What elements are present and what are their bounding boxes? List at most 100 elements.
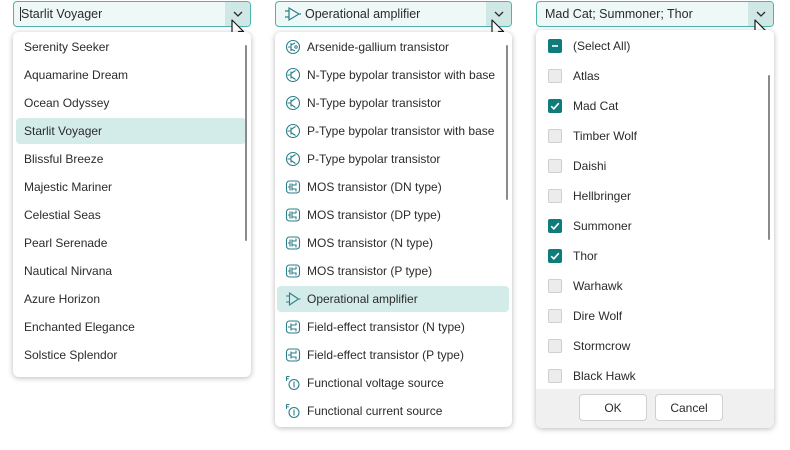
list-item-label: Arsenide-gallium transistor bbox=[307, 40, 450, 54]
list-item-label: Azure Horizon bbox=[24, 292, 101, 306]
list-item[interactable]: MOS transistor (DN type) bbox=[277, 174, 509, 200]
combo-value: Mad Cat; Summoner; Thor bbox=[545, 7, 693, 21]
checklist-item-label: Hellbringer bbox=[573, 189, 632, 203]
list-item-label: N-Type bypolar transistor with base bbox=[307, 68, 496, 82]
scrollbar[interactable] bbox=[768, 75, 770, 240]
list-item-label: Serenity Seeker bbox=[24, 40, 110, 54]
combo-value: Starlit Voyager bbox=[21, 7, 103, 21]
checklist-item[interactable]: Timber Wolf bbox=[536, 122, 766, 150]
checkbox[interactable] bbox=[548, 159, 562, 173]
checkbox[interactable] bbox=[548, 39, 562, 53]
checkbox[interactable] bbox=[548, 69, 562, 83]
ok-button[interactable]: OK bbox=[579, 394, 647, 421]
checkbox[interactable] bbox=[548, 279, 562, 293]
list-item-label: Celestial Seas bbox=[24, 208, 101, 222]
list-item[interactable]: Operational amplifier bbox=[277, 286, 509, 312]
list-item[interactable]: Starlit Voyager bbox=[16, 118, 246, 144]
checkbox[interactable] bbox=[548, 189, 562, 203]
list-item[interactable]: MOS transistor (P type) bbox=[277, 258, 509, 284]
list-item[interactable]: Functional current source bbox=[277, 398, 509, 424]
list-item[interactable]: N-Type bypolar transistor bbox=[277, 90, 509, 116]
checklist-item-label: (Select All) bbox=[573, 39, 631, 53]
list-item[interactable]: P-Type bypolar transistor with base bbox=[277, 118, 509, 144]
checklist-item[interactable]: Atlas bbox=[536, 62, 766, 90]
checklist-item[interactable]: Black Hawk bbox=[536, 362, 766, 390]
list-item-label: N-Type bypolar transistor bbox=[307, 96, 442, 110]
cancel-button[interactable]: Cancel bbox=[655, 394, 723, 421]
list-item-label: MOS transistor (P type) bbox=[307, 264, 433, 278]
list-item[interactable]: Arsenide-gallium transistor bbox=[277, 34, 509, 60]
scrollbar[interactable] bbox=[245, 45, 247, 241]
checkbox[interactable] bbox=[548, 309, 562, 323]
checklist-item[interactable]: Dire Wolf bbox=[536, 302, 766, 330]
checkbox[interactable] bbox=[548, 369, 562, 383]
list-item-label: Aquamarine Dream bbox=[24, 68, 129, 82]
check-mark-icon bbox=[550, 252, 560, 260]
list-item[interactable]: Field-effect transistor (N type) bbox=[277, 314, 509, 340]
checklist-item-label: Dire Wolf bbox=[573, 309, 623, 323]
chevron-down-icon bbox=[233, 11, 242, 17]
list-item[interactable]: Majestic Mariner bbox=[16, 174, 246, 200]
pnp-base-transistor-icon bbox=[285, 123, 301, 139]
list-item-label: Nautical Nirvana bbox=[24, 264, 113, 278]
list-item[interactable]: N-Type bypolar transistor with base bbox=[277, 62, 509, 88]
checkbox[interactable] bbox=[548, 129, 562, 143]
op-amp-icon bbox=[286, 291, 301, 307]
checklist-item[interactable]: Warhawk bbox=[536, 272, 766, 300]
list-item-label: Starlit Voyager bbox=[24, 124, 103, 138]
list-item[interactable]: P-Type bypolar transistor bbox=[277, 146, 509, 172]
checklist-item[interactable]: Hellbringer bbox=[536, 182, 766, 210]
checklist-item[interactable]: Thor bbox=[536, 242, 766, 270]
gaas-transistor-icon bbox=[285, 39, 301, 55]
pnp-transistor-icon bbox=[285, 151, 301, 167]
list-item[interactable]: Functional voltage source bbox=[277, 370, 509, 396]
checklist-item-label: Atlas bbox=[573, 69, 600, 83]
list-item-label: Field-effect transistor (N type) bbox=[307, 320, 465, 334]
combo-box-mechs[interactable]: Mad Cat; Summoner; Thor bbox=[536, 1, 774, 27]
checklist-item[interactable]: Daishi bbox=[536, 152, 766, 180]
mechs-checklist-dropdown: (Select All) Atlas Mad Cat Timber Wolf Daish… bbox=[536, 30, 774, 428]
list-item[interactable]: Celestial Seas bbox=[16, 202, 246, 228]
list-item[interactable]: Ocean Odyssey bbox=[16, 90, 246, 116]
combo-box-components[interactable]: Operational amplifier bbox=[275, 1, 512, 27]
list-item[interactable]: Serenity Seeker bbox=[16, 34, 246, 60]
list-item-label: MOS transistor (DN type) bbox=[307, 180, 442, 194]
list-item[interactable]: Aquamarine Dream bbox=[16, 62, 246, 88]
list-item[interactable]: Enchanted Elegance bbox=[16, 314, 246, 340]
list-item-label: Majestic Mariner bbox=[24, 180, 113, 194]
scrollbar[interactable] bbox=[506, 45, 508, 200]
checklist-item-label: Stormcrow bbox=[573, 339, 631, 353]
checklist-item[interactable]: Stormcrow bbox=[536, 332, 766, 360]
list-item-label: P-Type bypolar transistor bbox=[307, 152, 441, 166]
checklist-item-label: Thor bbox=[573, 249, 598, 263]
list-item-label: Functional current source bbox=[307, 404, 443, 418]
list-item[interactable]: Pearl Serenade bbox=[16, 230, 246, 256]
list-item[interactable]: Nautical Nirvana bbox=[16, 258, 246, 284]
mos-dn-transistor-icon bbox=[285, 180, 301, 194]
checklist-item-label: Warhawk bbox=[573, 279, 623, 293]
list-item[interactable]: MOS transistor (N type) bbox=[277, 230, 509, 256]
checklist-item[interactable]: (Select All) bbox=[536, 32, 766, 60]
list-item-label: Pearl Serenade bbox=[24, 236, 108, 250]
checkbox[interactable] bbox=[548, 249, 562, 263]
list-item[interactable]: Azure Horizon bbox=[16, 286, 246, 312]
list-item[interactable]: Solstice Splendor bbox=[16, 342, 246, 368]
list-item[interactable]: Field-effect transistor (P type) bbox=[277, 342, 509, 368]
list-item-label: P-Type bypolar transistor with base bbox=[307, 124, 495, 138]
mos-dp-transistor-icon bbox=[285, 208, 301, 222]
checklist-item-label: Summoner bbox=[573, 219, 632, 233]
list-item-label: Field-effect transistor (P type) bbox=[307, 348, 464, 362]
combo-value: Operational amplifier bbox=[305, 7, 421, 21]
mos-n-transistor-icon bbox=[285, 236, 301, 250]
list-item-label: Solstice Splendor bbox=[24, 348, 118, 362]
list-item[interactable]: MOS transistor (DP type) bbox=[277, 202, 509, 228]
checkbox[interactable] bbox=[548, 219, 562, 233]
list-item[interactable]: Blissful Breeze bbox=[16, 146, 246, 172]
combo-box-ships[interactable]: Starlit Voyager bbox=[13, 1, 251, 27]
checkbox[interactable] bbox=[548, 339, 562, 353]
checkbox[interactable] bbox=[548, 99, 562, 113]
checklist-item[interactable]: Mad Cat bbox=[536, 92, 766, 120]
checklist-item-label: Mad Cat bbox=[573, 99, 619, 113]
ships-dropdown-list: Serenity Seeker Aquamarine Dream Ocean Ody… bbox=[13, 32, 251, 377]
checklist-item[interactable]: Summoner bbox=[536, 212, 766, 240]
